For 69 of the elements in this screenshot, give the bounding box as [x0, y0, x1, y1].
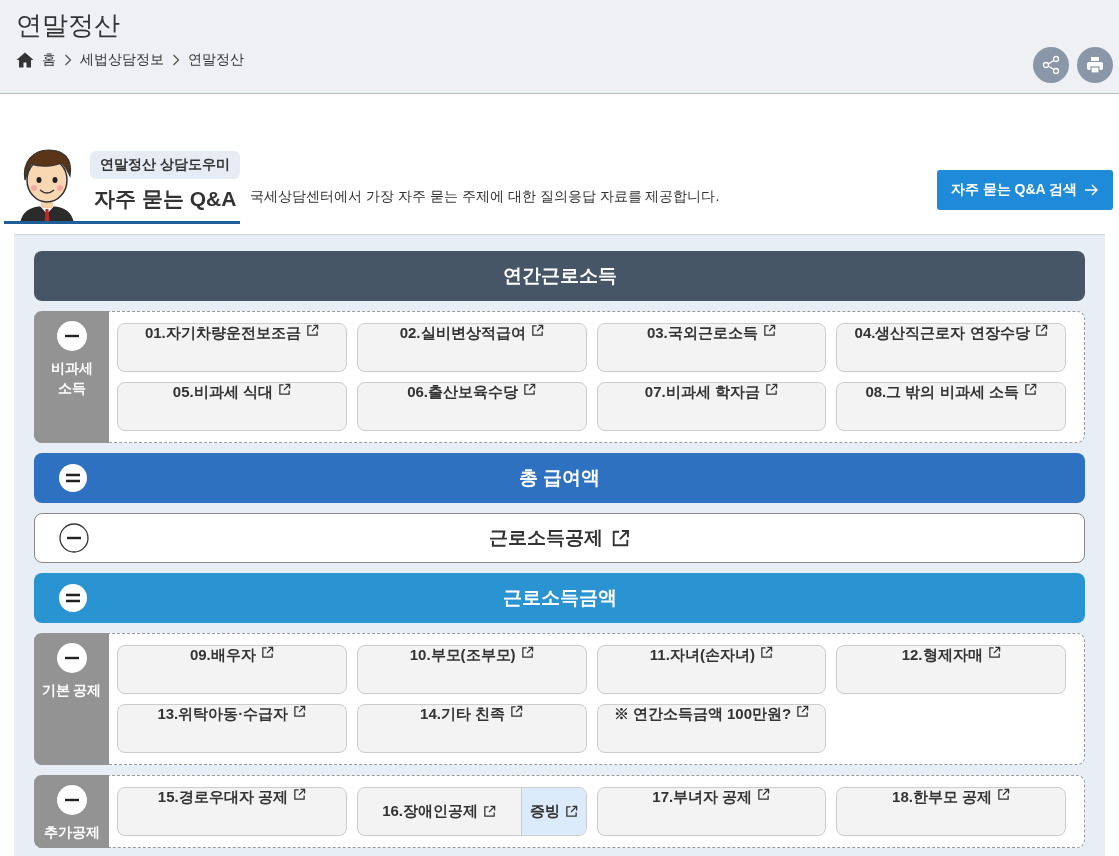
minus-icon[interactable] [56, 321, 87, 351]
assistant-badge: 연말정산 상담도우미 [90, 151, 240, 179]
topic-button[interactable]: 07.비과세 학자금 [596, 382, 827, 431]
topic-button[interactable]: 05.비과세 식대 [117, 382, 347, 431]
description-text: 국세상담센터에서 가장 자주 묻는 주제에 대한 질의응답 자료를 제공합니다. [250, 188, 721, 206]
home-icon[interactable] [16, 52, 34, 68]
topic-button[interactable]: 08.그 밖의 비과세 소득 [836, 382, 1066, 431]
topic-button[interactable]: 09.배우자 [117, 645, 347, 694]
external-link-icon [997, 788, 1011, 801]
topic-button[interactable]: 01.자기차량운전보조금 [117, 323, 347, 372]
topic-button[interactable]: 12.형제자매 [836, 645, 1066, 694]
external-link-icon [762, 324, 776, 337]
minus-icon[interactable] [56, 643, 87, 673]
breadcrumb-link[interactable]: 홈 [42, 51, 56, 69]
topic-button[interactable]: 18.한부모 공제 [836, 787, 1066, 836]
external-link-icon [757, 788, 771, 801]
category-label: 추가공제 [42, 823, 101, 842]
topic-link[interactable]: 16.장애인공제 [357, 788, 521, 835]
arrow-right-icon [1085, 184, 1099, 196]
external-link-icon [564, 805, 578, 818]
evidence-link[interactable]: 증빙 [520, 788, 586, 835]
topic-button[interactable]: 06.출산보육수당 [356, 382, 587, 431]
external-link-icon [510, 705, 524, 718]
section-title: 근로소득공제 [489, 526, 603, 550]
external-link-icon [520, 646, 534, 659]
qa-search-button[interactable]: 자주 묻는 Q&A 검색 [936, 170, 1113, 210]
topic-button[interactable]: 14.기타 친족 [356, 704, 587, 753]
topic-button[interactable]: 11.자녀(손자녀) [596, 645, 827, 694]
external-link-icon [523, 383, 537, 396]
topic-button[interactable]: 15.경로우대자 공제 [117, 787, 347, 836]
printer-icon [1085, 55, 1105, 75]
section-title: 근로소득금액 [502, 586, 617, 610]
topic-button[interactable]: 13.위탁아동·수급자 [117, 704, 347, 753]
equals-icon[interactable] [58, 583, 88, 613]
print-button[interactable] [1077, 47, 1113, 83]
section-heading: 자주 묻는 Q&A [4, 185, 241, 224]
chevron-right-icon [64, 54, 72, 66]
share-button[interactable] [1033, 47, 1069, 83]
page-title: 연말정산 [16, 9, 121, 42]
external-link-icon [796, 705, 810, 718]
external-link-icon [530, 324, 544, 337]
external-link-icon [764, 383, 778, 396]
external-link-icon [260, 646, 274, 659]
breadcrumb-link[interactable]: 연말정산 [188, 51, 244, 69]
share-icon [1041, 55, 1061, 75]
topic-button[interactable]: 02.실비변상적급여 [356, 323, 587, 372]
external-link-icon [759, 646, 773, 659]
external-link-icon [483, 805, 497, 818]
equals-icon[interactable] [58, 463, 88, 493]
topic-button[interactable]: 04.생산직근로자 연장수당 [836, 323, 1066, 372]
category-label: 기본 공제 [40, 681, 103, 700]
topic-button[interactable]: 10.부모(조부모) [356, 645, 587, 694]
section-title: 총 급여액 [518, 466, 601, 490]
external-link-icon [293, 705, 307, 718]
external-link-icon [1023, 383, 1037, 396]
chevron-right-icon [172, 54, 180, 66]
external-link-icon [987, 646, 1001, 659]
external-link-icon [305, 324, 319, 337]
category-label: 비과세 소득 [49, 359, 94, 398]
minus-icon[interactable] [56, 785, 87, 815]
topic-button[interactable]: ※ 연간소득금액 100만원? [596, 704, 827, 753]
external-link-icon [277, 383, 291, 396]
minus-icon[interactable] [59, 523, 89, 553]
external-link-icon [292, 788, 306, 801]
topic-button[interactable]: 17.부녀자 공제 [596, 787, 827, 836]
topic-button[interactable]: 03.국외근로소득 [596, 323, 827, 372]
breadcrumb-link[interactable]: 세법상담정보 [80, 51, 164, 69]
section-title: 연간근로소득 [502, 264, 617, 288]
external-link-icon [1034, 324, 1048, 337]
